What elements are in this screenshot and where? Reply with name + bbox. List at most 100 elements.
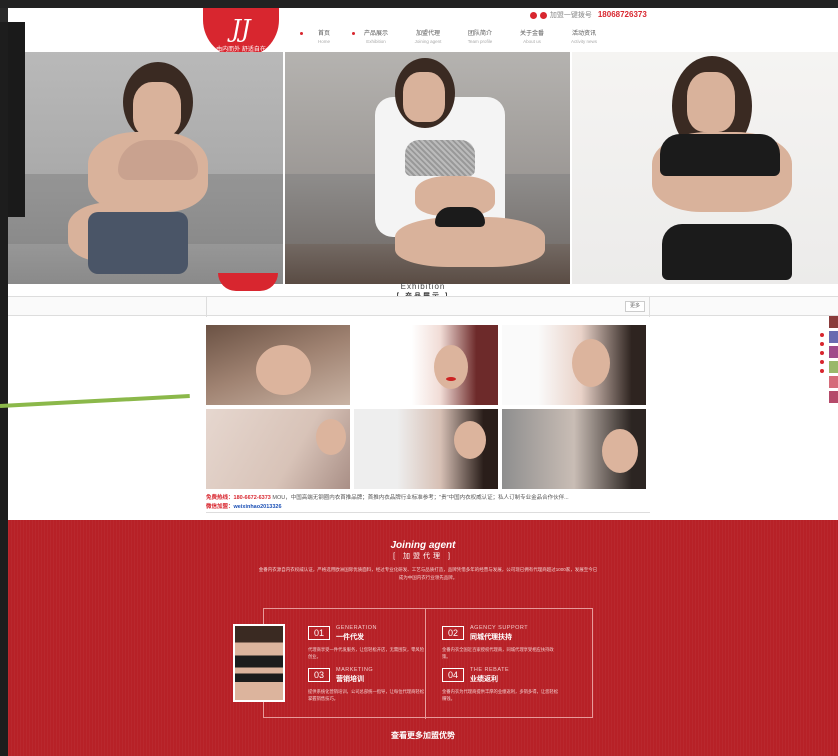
product-image[interactable] xyxy=(502,325,646,405)
nav-label: 活动资讯 xyxy=(571,31,596,37)
feature-title-cn: 一件代发 xyxy=(336,634,364,641)
nav-label: 加盟代理 xyxy=(415,31,440,37)
hero-banner[interactable] xyxy=(8,52,838,284)
model-thumbnail xyxy=(233,624,285,702)
top-icon[interactable] xyxy=(829,391,838,403)
site-header: JJ 由内而外 舒适自在 加盟一键拨号 18068726373 首页 Home 产… xyxy=(8,8,838,58)
nav-sublabel: Joining agent xyxy=(414,39,442,44)
phone-icon xyxy=(530,11,537,19)
wechat-id[interactable]: weixinhao2013326 xyxy=(234,504,282,510)
model-shorts xyxy=(88,212,188,274)
nav-label: 团队简介 xyxy=(467,31,492,37)
main-nav: 首页 Home 产品展示 Exhibition 加盟代理 Joining agent … xyxy=(298,30,610,45)
lips-shape xyxy=(446,377,456,381)
nav-team[interactable]: 团队简介 Team profile xyxy=(454,30,506,45)
join-description: 金番内衣源自内衣权威认证，严格选用欧洲国际优质面料，经过专业化研发、工艺与品质打… xyxy=(258,567,598,580)
feature-number: 01 xyxy=(308,626,330,640)
divider xyxy=(206,512,650,513)
nav-label: 首页 xyxy=(317,31,330,37)
slider-dot[interactable] xyxy=(820,369,824,373)
model-face xyxy=(403,72,445,122)
hotline[interactable]: 加盟一键拨号 18068726373 xyxy=(530,10,647,20)
model-brief xyxy=(435,207,485,227)
slider-dots xyxy=(820,333,826,378)
nav-about[interactable]: 关于金番 About us xyxy=(506,30,558,45)
nav-news[interactable]: 活动资讯 Activity news xyxy=(558,30,610,45)
website: JJ 由内而外 舒适自在 加盟一键拨号 18068726373 首页 Home 产… xyxy=(8,8,838,756)
slider-dot[interactable] xyxy=(820,333,824,337)
feature-text: 提供系统化营销培训，公司总部统一指导，让每位代理商轻松掌握销售技巧。 xyxy=(308,689,425,701)
product-image[interactable] xyxy=(206,409,350,489)
wechat-icon[interactable] xyxy=(829,346,838,358)
product-image[interactable] xyxy=(502,409,646,489)
nav-sublabel: Team profile xyxy=(467,39,493,44)
feature-title-en: THE REBATE xyxy=(470,667,510,673)
feature-text: 代理商享受一件代发服务，让您轻松开店，无需囤货，零风险创业。 xyxy=(308,647,425,659)
model-bra xyxy=(405,140,475,176)
divider xyxy=(649,297,650,317)
face-shape xyxy=(316,419,346,455)
face-shape xyxy=(256,345,311,395)
nav-label: 产品展示 xyxy=(363,31,388,37)
free-hotline-label: 免费热线： xyxy=(206,495,234,501)
join-title-en: Joining agent xyxy=(390,540,456,551)
feature-number: 03 xyxy=(308,668,330,682)
nav-exhibition[interactable]: 产品展示 Exhibition xyxy=(350,30,402,45)
divider xyxy=(425,609,426,719)
contact-line-2: 微信加盟：weixinhao2013326 xyxy=(206,503,650,512)
model-bra xyxy=(118,140,198,180)
model-brief xyxy=(662,224,792,280)
free-hotline-number[interactable]: 180-6672-6373 xyxy=(234,495,271,501)
overlay-block xyxy=(8,22,25,217)
brand-logo[interactable]: JJ 由内而外 舒适自在 xyxy=(203,8,279,58)
feature-number: 02 xyxy=(442,626,464,640)
hotline-label: 加盟一键拨号 xyxy=(549,12,592,19)
feature-title-cn: 业绩返利 xyxy=(470,676,498,683)
model-face xyxy=(687,72,735,132)
exhibition-more-button[interactable]: 更多 xyxy=(625,301,645,312)
slider-dot[interactable] xyxy=(820,360,824,364)
bullet-icon xyxy=(352,32,355,35)
exhibition-toolbar: 更多 xyxy=(8,296,838,317)
feature-title-cn: 营销培训 xyxy=(336,676,364,683)
browser-left-strip xyxy=(0,22,8,756)
service-icon[interactable] xyxy=(829,331,838,343)
face-shape xyxy=(434,345,468,389)
banner-image-3 xyxy=(570,52,838,284)
divider xyxy=(206,297,207,317)
face-shape xyxy=(454,421,486,459)
nav-home[interactable]: 首页 Home xyxy=(298,30,350,45)
banner-image-1 xyxy=(8,52,283,284)
face-shape xyxy=(602,429,638,473)
model-bra xyxy=(660,134,780,176)
logo-mark: JJ xyxy=(231,15,251,43)
feature-text: 金番内衣为代理商提供丰厚的业绩返利，多销多得，让您轻松赚钱。 xyxy=(442,689,559,701)
banner-image-2 xyxy=(283,52,570,284)
message-icon[interactable] xyxy=(829,376,838,388)
brand-info: MOU，中国高端无钢圈内衣首推品牌；首推内衣品牌行业标准参考；"贵"中国内衣权威… xyxy=(272,495,569,501)
wechat-label: 微信加盟： xyxy=(206,504,234,510)
nav-joining[interactable]: 加盟代理 Joining agent xyxy=(402,30,454,45)
feature-title-en: MARKETING xyxy=(336,667,374,673)
floating-side-toolbar xyxy=(829,316,838,406)
bullet-icon xyxy=(300,32,303,35)
exhibition-title-en: Exhibition xyxy=(400,282,446,291)
product-image[interactable] xyxy=(354,325,498,405)
phone-icon[interactable] xyxy=(829,361,838,373)
chat-icon xyxy=(539,11,547,19)
joining-agent-section: Joining agent [ 加盟代理 ] 金番内衣源自内衣权威认证，严格选用… xyxy=(8,520,838,756)
join-more-link[interactable]: 查看更多加盟优势 xyxy=(8,730,838,741)
hotline-number: 18068726373 xyxy=(597,10,647,19)
nav-sublabel: Activity news xyxy=(570,39,597,44)
nav-sublabel: Exhibition xyxy=(366,39,386,44)
product-image[interactable] xyxy=(354,409,498,489)
slider-dot[interactable] xyxy=(820,342,824,346)
qq-icon[interactable] xyxy=(829,316,838,328)
contact-strip: 免费热线：180-6672-6373 MOU，中国高端无钢圈内衣首推品牌；首推内… xyxy=(206,494,650,512)
product-image[interactable] xyxy=(206,325,350,405)
nav-sublabel: Home xyxy=(317,39,330,44)
browser-top-strip xyxy=(0,0,838,8)
model-face xyxy=(133,82,181,137)
nav-label: 关于金番 xyxy=(519,31,544,37)
slider-dot[interactable] xyxy=(820,351,824,355)
